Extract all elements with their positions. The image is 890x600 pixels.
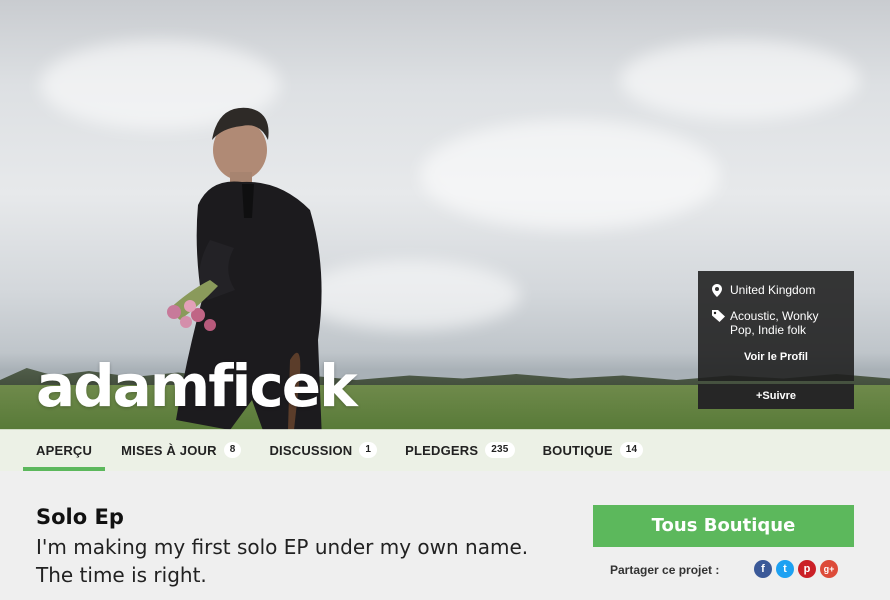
tab-label: MISES À JOUR	[121, 442, 217, 458]
project-summary: Solo Ep I'm making my first solo EP unde…	[0, 471, 890, 600]
tab-apercu[interactable]: APERÇU	[23, 429, 106, 471]
google-plus-icon[interactable]: g+	[820, 560, 838, 578]
count-badge: 1	[359, 442, 378, 458]
view-profile-link[interactable]: Voir le Profil	[698, 351, 854, 363]
tab-label: APERÇU	[36, 442, 93, 458]
tab-label: DISCUSSION	[269, 442, 353, 458]
hero-banner: adamficek United Kingdom Acoustic, Wonky…	[0, 0, 890, 430]
tab-label: PLEDGERS	[405, 442, 479, 458]
count-badge: 14	[619, 442, 644, 458]
location-text: United Kingdom	[730, 283, 816, 297]
genre-row: Acoustic, Wonky Pop, Indie folk	[712, 309, 842, 337]
follow-button[interactable]: +Suivre	[698, 384, 854, 409]
tab-mises-a-jour[interactable]: MISES À JOUR 8	[121, 429, 242, 471]
pinterest-icon[interactable]: p	[798, 560, 816, 578]
project-title: Solo Ep	[36, 505, 124, 529]
count-badge: 8	[223, 442, 242, 458]
share-icons: f t p g+	[754, 560, 838, 578]
artist-name: adamficek	[36, 352, 358, 420]
cloud	[620, 40, 860, 120]
tab-boutique[interactable]: BOUTIQUE 14	[543, 429, 644, 471]
tab-label: BOUTIQUE	[542, 442, 613, 458]
project-description: I'm making my first solo EP under my own…	[36, 535, 529, 587]
share-label: Partager ce projet :	[610, 563, 720, 577]
twitter-icon[interactable]: t	[776, 560, 794, 578]
location-row: United Kingdom	[712, 283, 842, 297]
project-nav: APERÇU MISES À JOUR 8 DISCUSSION 1 PLEDG…	[0, 429, 890, 471]
map-pin-icon	[712, 283, 730, 297]
genre-text: Acoustic, Wonky Pop, Indie folk	[730, 309, 819, 337]
tab-pledgers[interactable]: PLEDGERS 235	[405, 429, 515, 471]
shop-button[interactable]: Tous Boutique	[593, 505, 854, 547]
cloud	[420, 120, 720, 230]
tab-discussion[interactable]: DISCUSSION 1	[269, 429, 378, 471]
tag-icon	[712, 309, 730, 322]
count-badge: 235	[485, 442, 515, 458]
facebook-icon[interactable]: f	[754, 560, 772, 578]
artist-profile-card: United Kingdom Acoustic, Wonky Pop, Indi…	[698, 271, 854, 381]
